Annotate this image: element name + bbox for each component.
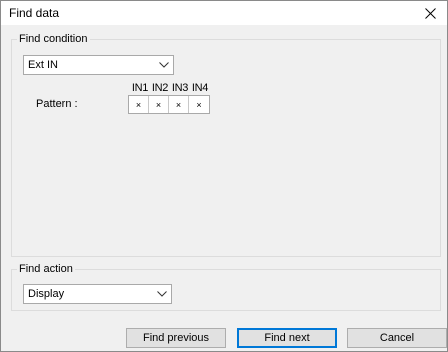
column-header-in4: IN4 [191,82,209,94]
column-header-in3: IN3 [171,82,189,94]
close-button[interactable] [413,1,447,25]
chevron-down-icon [155,56,173,74]
pattern-cell-in2[interactable]: × [149,96,169,113]
find-action-legend: Find action [19,263,73,275]
column-header-in1: IN1 [131,82,149,94]
title-bar: Find data [1,1,447,25]
action-select[interactable]: Display [23,284,172,304]
pattern-label: Pattern : [36,98,78,110]
action-value: Display [28,288,65,300]
pattern-cell-in4[interactable]: × [189,96,209,113]
close-icon [424,7,436,19]
pattern-column-headers: IN1 IN2 IN3 IN4 [130,82,210,94]
find-previous-button[interactable]: Find previous [126,328,226,348]
column-header-in2: IN2 [151,82,169,94]
find-condition-legend: Find condition [19,33,88,45]
dialog-title: Find data [9,6,60,20]
cancel-button[interactable]: Cancel [347,328,447,348]
pattern-cell-in1[interactable]: × [129,96,149,113]
pattern-cell-in3[interactable]: × [169,96,189,113]
find-data-dialog: Find data Find condition Ext IN IN1 IN2 … [0,0,448,352]
chevron-down-icon [153,285,171,303]
condition-type-value: Ext IN [28,59,58,71]
condition-type-select[interactable]: Ext IN [23,55,174,75]
pattern-cells: × × × × [128,95,210,114]
find-next-button[interactable]: Find next [237,328,337,348]
